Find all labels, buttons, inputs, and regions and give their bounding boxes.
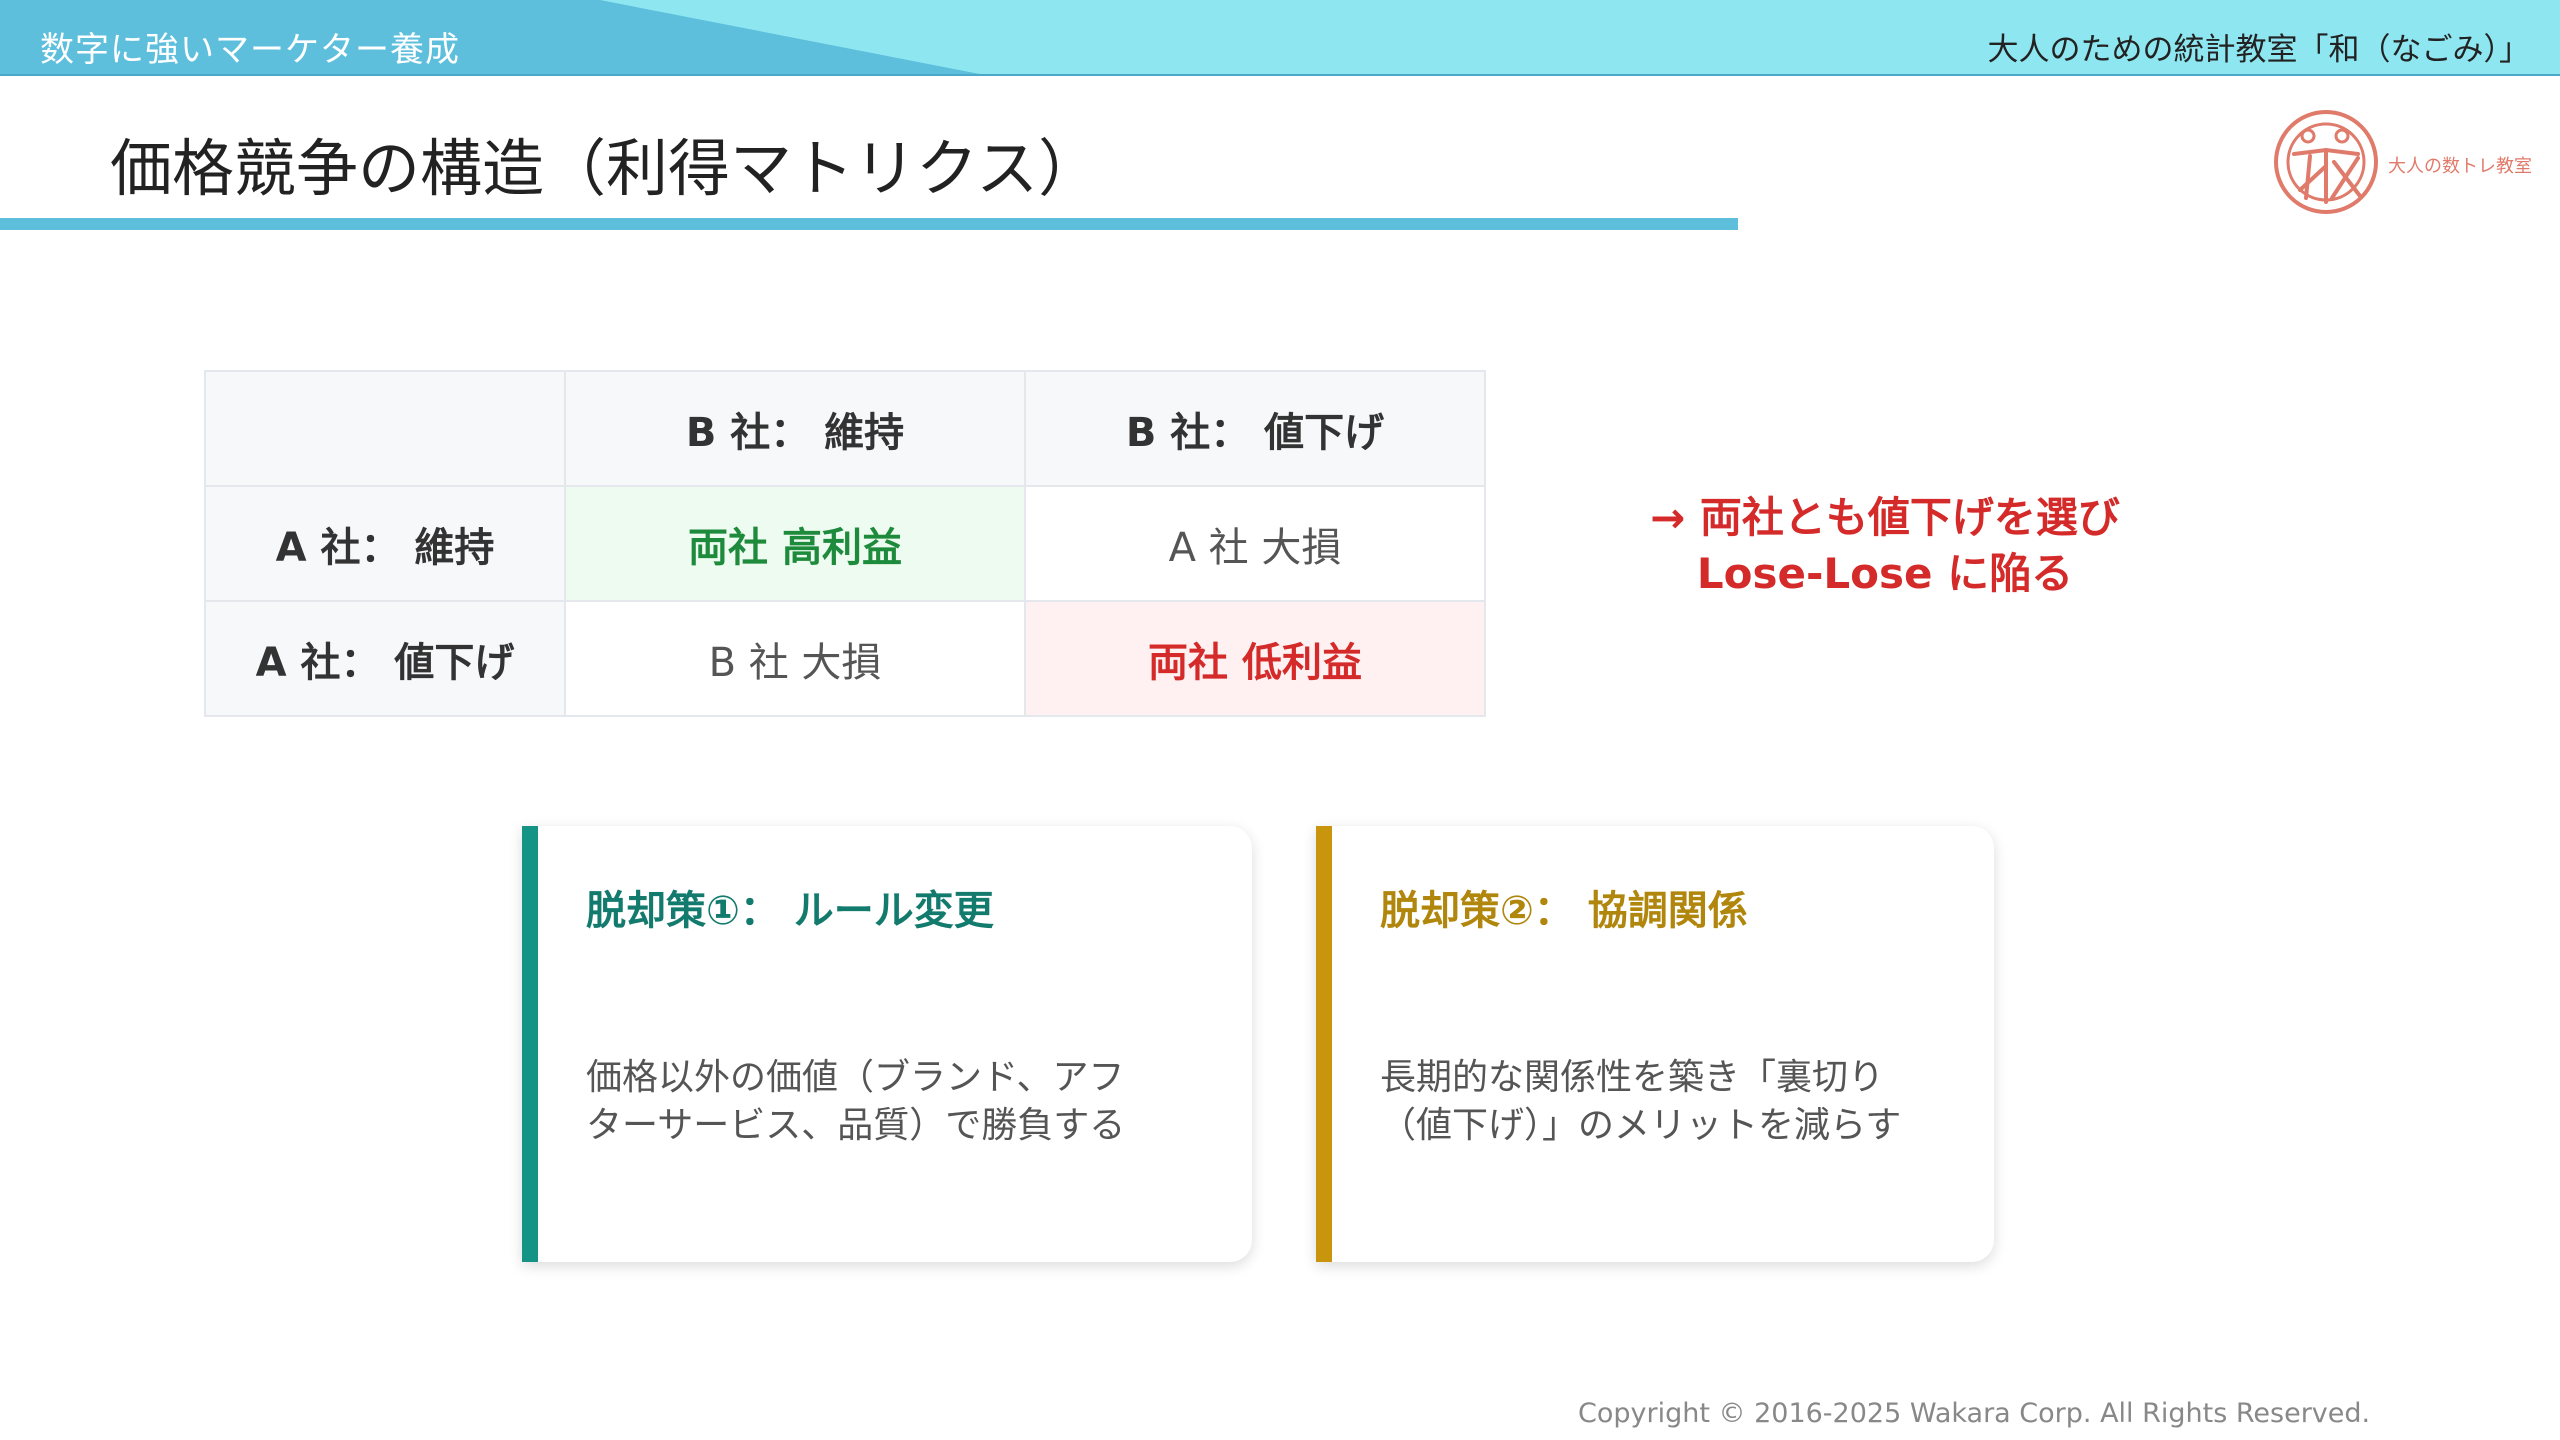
card-accent-bar [522, 826, 538, 1262]
matrix-header-row: B 社： 維持 B 社： 値下げ [204, 370, 1486, 487]
banner-right-text: 大人のための統計教室「和（なごみ）」 [1987, 32, 2531, 68]
card-accent-bar [1316, 826, 1332, 1262]
matrix-corner-cell [204, 370, 566, 487]
solution-card-cooperation: 脱却策②： 協調関係 長期的な関係性を築き「裏切り （値下げ）」のメリットを減ら… [1316, 826, 1994, 1262]
matrix-row-header: A 社： 維持 [204, 485, 566, 602]
matrix-row-header: A 社： 値下げ [204, 600, 566, 717]
card-title: 脱却策②： 協調関係 [1380, 888, 1748, 934]
matrix-row: A 社： 維持 両社 高利益 A 社 大損 [204, 485, 1486, 602]
banner-divider [0, 74, 2560, 76]
card-body-line: 価格以外の価値（ブランド、アフ [586, 1057, 1125, 1098]
conclusion-line-1: → 両社とも値下げを選び [1650, 493, 2120, 542]
logo: 大人の数トレ教室 [2270, 106, 2532, 218]
matrix-row: A 社： 値下げ B 社 大損 両社 低利益 [204, 600, 1486, 717]
card-body-line: ターサービス、品質）で勝負する [586, 1105, 1126, 1146]
card-body-line: （値下げ）」のメリットを減らす [1380, 1105, 1902, 1146]
matrix-col-header: B 社： 値下げ [1024, 370, 1486, 487]
matrix-col-header: B 社： 維持 [564, 370, 1026, 487]
conclusion-note: → 両社とも値下げを選び Lose-Lose に陥る [1585, 490, 2185, 602]
card-body-line: 長期的な関係性を築き「裏切り [1380, 1057, 1885, 1098]
card-body: 長期的な関係性を築き「裏切り （値下げ）」のメリットを減らす [1380, 1054, 1901, 1150]
wakara-logo-icon [2274, 110, 2378, 214]
card-title: 脱却策①： ルール変更 [586, 888, 994, 934]
solution-card-rule-change: 脱却策①： ルール変更 価格以外の価値（ブランド、アフ ターサービス、品質）で勝… [522, 826, 1252, 1262]
banner-left-text: 数字に強いマーケター養成 [40, 30, 460, 70]
matrix-cell-a-big-loss: A 社 大損 [1024, 485, 1486, 602]
payoff-matrix: B 社： 維持 B 社： 値下げ A 社： 維持 両社 高利益 A 社 大損 A… [204, 370, 1486, 717]
matrix-cell-both-high-profit: 両社 高利益 [564, 485, 1026, 602]
logo-text: 大人の数トレ教室 [2388, 156, 2532, 177]
page-title: 価格競争の構造（利得マトリクス） [110, 132, 1101, 205]
card-body: 価格以外の価値（ブランド、アフ ターサービス、品質）で勝負する [586, 1054, 1125, 1150]
conclusion-line-2: Lose-Lose に陥る [1696, 549, 2074, 598]
title-underline [0, 218, 1738, 230]
matrix-cell-both-low-profit: 両社 低利益 [1024, 600, 1486, 717]
copyright-text: Copyright © 2016-2025 Wakara Corp. All R… [1578, 1398, 2371, 1429]
matrix-cell-b-big-loss: B 社 大損 [564, 600, 1026, 717]
top-banner: 数字に強いマーケター養成 大人のための統計教室「和（なごみ）」 [0, 0, 2560, 76]
